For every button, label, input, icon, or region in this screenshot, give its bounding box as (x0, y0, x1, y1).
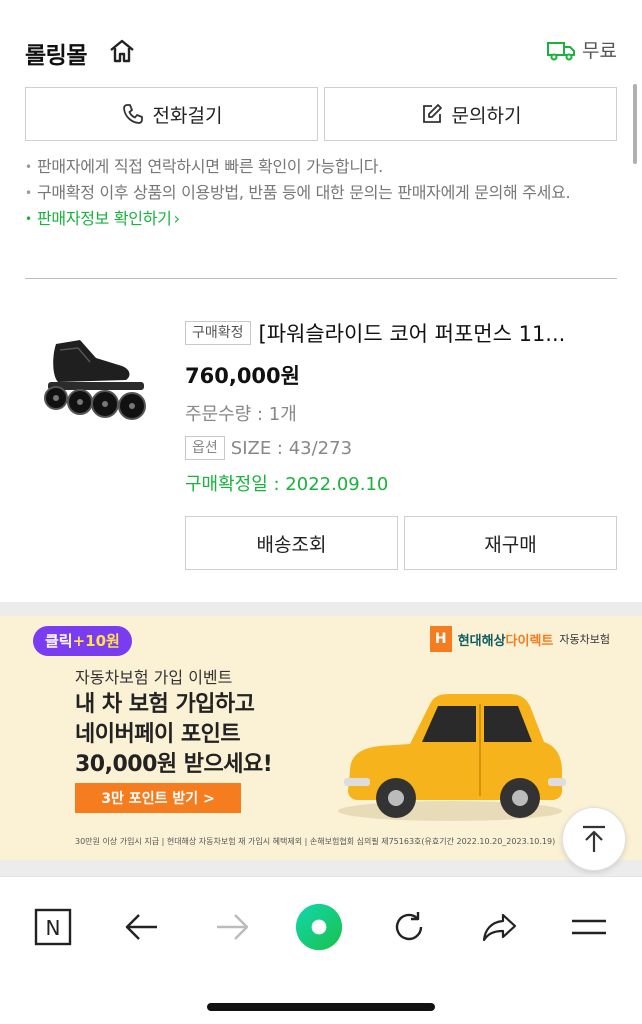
green-dot-button[interactable] (295, 903, 343, 951)
home-icon[interactable] (108, 38, 136, 64)
status-badge: 구매확정 (185, 321, 251, 345)
click-badge-prefix: 클릭 (45, 632, 73, 650)
brand-name: 현대해상다이렉트 (458, 630, 554, 649)
menu-icon (572, 919, 606, 935)
product-title[interactable]: [파워슬라이드 코어 퍼포먼스 11... (259, 318, 566, 348)
option-badge: 옵션 (185, 436, 225, 460)
home-indicator (207, 1003, 435, 1011)
menu-button[interactable] (565, 903, 613, 951)
event-subtitle: 자동차보험 가입 이벤트 (75, 668, 233, 687)
edit-icon (422, 104, 442, 123)
option-row: 옵션 SIZE : 43/273 (185, 436, 617, 460)
forward-icon (217, 914, 249, 940)
brand-name-accent: 다이렉트 (505, 633, 554, 649)
product-price: 760,000원 (185, 364, 300, 388)
back-button[interactable] (118, 903, 166, 951)
reorder-button[interactable]: 재구매 (404, 516, 617, 570)
naver-icon-label: N (46, 916, 61, 940)
share-icon (482, 913, 517, 942)
call-button[interactable]: 전화걸기 (25, 87, 318, 141)
confirm-date: 구매확정일 : 2022.09.10 (185, 474, 389, 495)
seller-header: 롤링몰 무료 (25, 30, 617, 74)
order-actions: 배송조회 재구매 (185, 516, 617, 570)
divider (25, 278, 617, 279)
get-points-button[interactable]: 3만 포인트 받기 > (75, 783, 241, 813)
section-gap (0, 860, 642, 876)
inquiry-button[interactable]: 문의하기 (324, 87, 617, 141)
back-icon (125, 914, 157, 940)
seller-info-link-label: 판매자정보 확인하기 (37, 209, 172, 228)
contact-buttons: 전화걸기 문의하기 (25, 87, 617, 141)
track-delivery-button[interactable]: 배송조회 (185, 516, 398, 570)
shipping-fee: 무료 (582, 40, 617, 62)
scroll-to-top-button[interactable] (562, 807, 626, 871)
section-gap (0, 602, 642, 616)
seller-name[interactable]: 롤링몰 (25, 36, 87, 70)
option-value: SIZE : 43/273 (230, 437, 353, 459)
inquiry-button-label: 문의하기 (451, 104, 522, 127)
arrow-up-icon (583, 825, 605, 852)
contact-notes: 판매자에게 직접 연락하시면 빠른 확인이 가능합니다. 구매확정 이후 상품의… (25, 154, 620, 232)
share-button[interactable] (476, 903, 524, 951)
order-title-row[interactable]: 구매확정 [파워슬라이드 코어 퍼포먼스 11... (185, 318, 617, 348)
order-quantity: 주문수량 : 1개 (185, 404, 297, 425)
forward-button[interactable] (208, 903, 256, 951)
refresh-icon (395, 912, 423, 941)
headline-line: 30,000원 받으세요! (75, 752, 273, 777)
click-badge-amount: +10원 (72, 632, 120, 650)
brand-sub: 자동차보험 (559, 633, 610, 646)
click-reward-badge: 클릭+10원 (33, 626, 132, 656)
chevron-right-icon: › (173, 209, 180, 228)
note-item: 구매확정 이후 상품의 이용방법, 반품 등에 대한 문의는 판매자에게 문의해… (25, 180, 620, 206)
car-illustration (338, 694, 566, 821)
browser-toolbar: N (0, 876, 642, 1024)
naver-home-button[interactable]: N (29, 903, 77, 951)
phone-icon (122, 104, 143, 124)
brand-name-main: 현대해상 (457, 633, 506, 649)
scrollbar[interactable] (633, 84, 637, 164)
green-dot-icon (295, 903, 343, 951)
shipping-info: 무료 (546, 36, 617, 63)
truck-icon (547, 41, 576, 60)
headline-line: 네이버페이 포인트 (75, 722, 241, 747)
seller-info-link[interactable]: 판매자정보 확인하기› (25, 206, 620, 232)
headline-line: 내 차 보험 가입하고 (75, 692, 255, 717)
event-headline: 내 차 보험 가입하고 네이버페이 포인트 30,000원 받으세요! (75, 690, 273, 780)
brand-logo-group: H 현대해상다이렉트 자동차보험 (429, 626, 610, 652)
product-image[interactable] (38, 336, 150, 420)
refresh-button[interactable] (385, 903, 433, 951)
order-item: 구매확정 [파워슬라이드 코어 퍼포먼스 11... 760,000원 주문수량… (185, 318, 617, 496)
note-item: 판매자에게 직접 연락하시면 빠른 확인이 가능합니다. (25, 154, 620, 180)
call-button-label: 전화걸기 (152, 104, 223, 127)
fine-print: 30만원 이상 가입시 지급 | 현대해상 자동차보험 재 가입시 혜택제외 |… (75, 837, 556, 846)
naver-icon: N (34, 908, 72, 946)
insurance-ad-banner[interactable]: 클릭+10원 H 현대해상다이렉트 자동차보험 자동차보험 가입 이벤트 내 차… (0, 616, 642, 860)
brand-logo: H (429, 626, 452, 652)
